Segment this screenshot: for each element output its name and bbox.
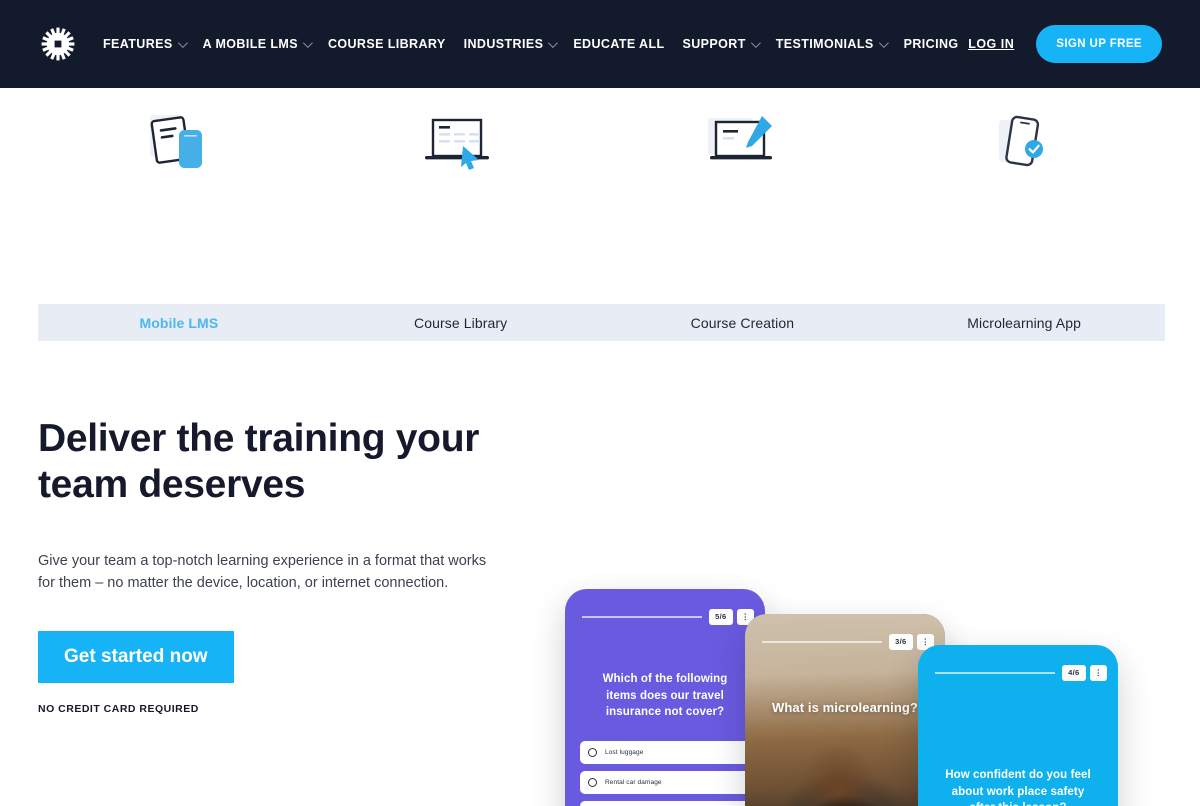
nav-item-label: COURSE LIBRARY <box>327 37 446 51</box>
progress-badge: 5/6 <box>709 609 733 625</box>
chevron-down-icon <box>750 37 761 48</box>
nav-item-industries[interactable]: INDUSTRIES <box>455 37 565 51</box>
chevron-down-icon <box>177 37 188 48</box>
hero-section: Deliver the training your team deserves … <box>0 253 1200 806</box>
login-link[interactable]: LOG IN <box>968 37 1014 51</box>
progress-bar <box>582 616 703 618</box>
survey-card[interactable]: 4/6 ⋮ How confident do you feel about wo… <box>918 645 1118 806</box>
nav-actions: LOG IN SIGN UP FREE <box>968 25 1162 63</box>
nav-item-testimonials[interactable]: TESTIMONIALS <box>767 37 895 51</box>
nav-item-label: SUPPORT <box>682 37 746 51</box>
survey-card-topbar: 4/6 ⋮ <box>935 665 1107 681</box>
laptop-pencil-icon <box>707 116 772 160</box>
nav-links: FEATURES A MOBILE LMS COURSE LIBRARY IND… <box>94 37 968 51</box>
quiz-options: Lost luggage Rental car damage Dental ca… <box>580 741 750 806</box>
chevron-down-icon <box>302 37 313 48</box>
nav-item-label: A MOBILE LMS <box>202 37 298 51</box>
document-phone-icon <box>149 115 202 168</box>
signup-free-button[interactable]: SIGN UP FREE <box>1036 25 1162 63</box>
quiz-option[interactable]: Rental car damage <box>580 771 750 794</box>
top-navigation-bar: FEATURES A MOBILE LMS COURSE LIBRARY IND… <box>0 0 1200 88</box>
video-question: What is microlearning? <box>772 700 918 715</box>
quiz-option[interactable]: Lost luggage <box>580 741 750 764</box>
progress-badge: 3/6 <box>889 634 913 650</box>
phone-check-icon <box>998 115 1043 167</box>
dots-vertical-icon[interactable]: ⋮ <box>1089 665 1107 681</box>
feature-icons-row <box>0 88 1200 198</box>
survey-question: How confident do you feel about work pla… <box>945 769 1091 806</box>
feature-icon-microlearning-app[interactable] <box>881 88 1162 198</box>
gear-icon[interactable] <box>38 24 78 64</box>
nav-item-label: EDUCATE ALL <box>573 37 665 51</box>
nav-item-pricing[interactable]: PRICING <box>895 37 968 51</box>
phone-card-stack: 5/6 ⋮ Which of the following items does … <box>0 253 1200 806</box>
feature-icon-mobile-lms[interactable] <box>38 88 319 198</box>
video-card[interactable]: 3/6 ⋮ What is microlearning? WATCH VIDEO <box>745 614 945 806</box>
feature-icon-course-creation[interactable] <box>600 88 881 198</box>
laptop-cursor-icon <box>424 118 489 170</box>
nav-item-features[interactable]: FEATURES <box>94 37 194 51</box>
nav-item-label: FEATURES <box>103 37 173 51</box>
quiz-card-topbar: 5/6 ⋮ <box>582 609 754 625</box>
radio-icon <box>588 778 597 787</box>
feature-tabs-section: Mobile LMS Course Library Course Creatio… <box>0 88 1200 341</box>
quiz-option-label: Rental car damage <box>605 779 662 786</box>
progress-badge: 4/6 <box>1062 665 1086 681</box>
quiz-question: Which of the following items does our tr… <box>602 673 728 718</box>
nav-item-label: INDUSTRIES <box>463 37 544 51</box>
radio-icon <box>588 748 597 757</box>
quiz-option-label: Lost luggage <box>605 749 644 756</box>
video-card-topbar: 3/6 ⋮ <box>762 634 934 650</box>
progress-bar <box>935 672 1056 674</box>
feature-icon-course-library[interactable] <box>319 88 600 198</box>
nav-item-label: TESTIMONIALS <box>775 37 874 51</box>
nav-item-a-mobile-lms[interactable]: A MOBILE LMS <box>194 37 319 51</box>
nav-item-support[interactable]: SUPPORT <box>674 37 767 51</box>
quiz-option[interactable]: Dental care <box>580 801 750 806</box>
photo-subject-sweater <box>755 802 941 806</box>
nav-item-course-library[interactable]: COURSE LIBRARY <box>319 37 455 51</box>
chevron-down-icon <box>878 37 889 48</box>
nav-item-educate-all[interactable]: EDUCATE ALL <box>564 37 673 51</box>
chevron-down-icon <box>548 37 559 48</box>
nav-item-label: PRICING <box>903 37 959 51</box>
progress-bar <box>762 641 883 643</box>
quiz-card[interactable]: 5/6 ⋮ Which of the following items does … <box>565 589 765 806</box>
